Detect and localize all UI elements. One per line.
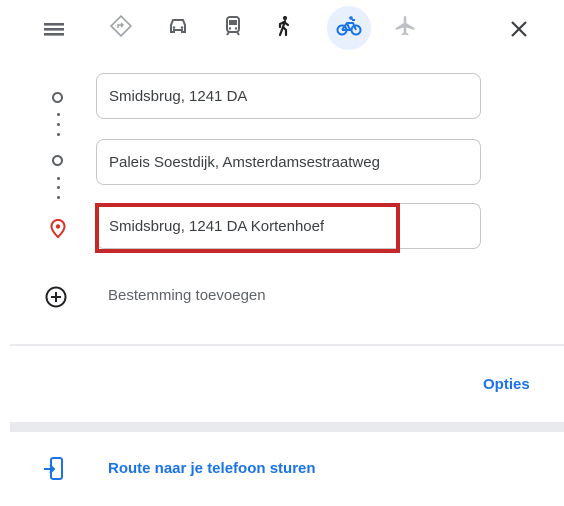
walking-mode-button[interactable] xyxy=(266,10,302,46)
transit-mode-button[interactable] xyxy=(215,10,251,46)
train-icon xyxy=(221,14,245,43)
walking-icon xyxy=(272,14,296,43)
origin-field-value: Smidsbrug, 1241 DA xyxy=(109,87,248,105)
options-button[interactable]: Opties xyxy=(483,376,530,393)
send-to-phone-link[interactable]: Route naar je telefoon sturen xyxy=(108,460,316,477)
airplane-icon xyxy=(393,14,417,43)
diamond-directions-icon xyxy=(109,14,133,43)
driving-mode-button[interactable] xyxy=(160,10,196,46)
waypoint-field-value: Paleis Soestdijk, Amsterdamsestraatweg xyxy=(109,153,380,171)
send-to-phone-icon[interactable] xyxy=(42,456,66,487)
car-icon xyxy=(166,14,190,43)
divider xyxy=(10,344,564,346)
waypoint-circle-icon xyxy=(52,155,63,166)
bicycle-icon xyxy=(335,14,363,43)
flights-mode-button[interactable] xyxy=(387,10,423,46)
route-dot xyxy=(57,113,60,116)
destination-field[interactable]: Smidsbrug, 1241 DA Kortenhoef xyxy=(96,203,481,249)
destination-field-value: Smidsbrug, 1241 DA Kortenhoef xyxy=(109,217,325,235)
close-icon[interactable] xyxy=(506,16,532,42)
route-dot xyxy=(57,123,60,126)
origin-field[interactable]: Smidsbrug, 1241 DA xyxy=(96,73,481,119)
route-dot xyxy=(57,177,60,180)
destination-pin-icon xyxy=(50,218,66,244)
add-destination-button[interactable]: Bestemming toevoegen xyxy=(108,287,266,304)
route-dot xyxy=(57,186,60,189)
menu-icon[interactable] xyxy=(38,14,74,44)
route-dot xyxy=(57,196,60,199)
waypoint-field[interactable]: Paleis Soestdijk, Amsterdamsestraatweg xyxy=(96,139,481,185)
add-circle-icon[interactable] xyxy=(44,285,68,314)
cycling-mode-button[interactable] xyxy=(327,6,371,50)
origin-circle-icon xyxy=(52,92,63,103)
divider xyxy=(10,422,564,432)
best-route-mode-button[interactable] xyxy=(103,10,139,46)
route-dot xyxy=(57,133,60,136)
